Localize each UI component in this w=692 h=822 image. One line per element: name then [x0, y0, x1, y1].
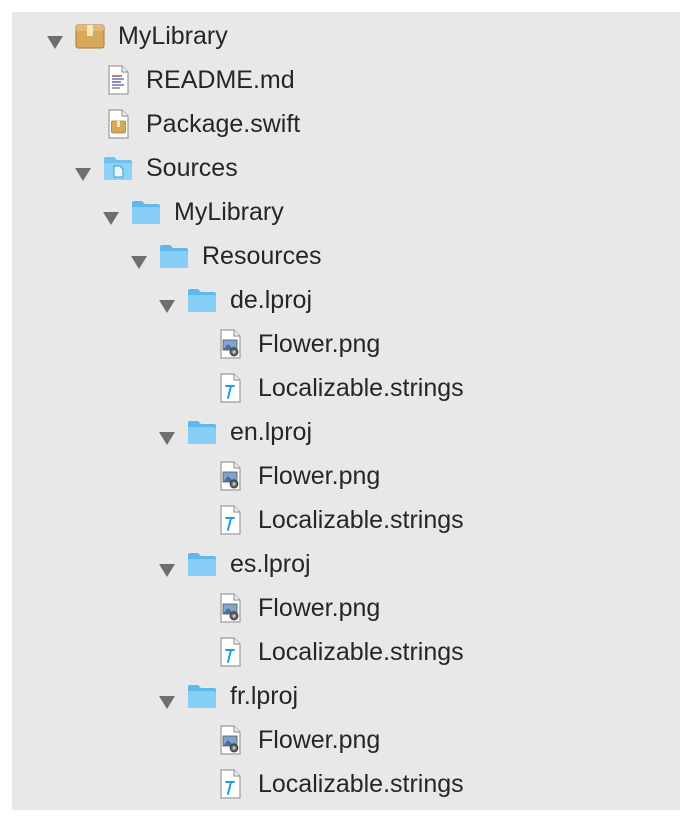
tree-row-sources[interactable]: Sources — [12, 146, 680, 190]
tree-row-resources[interactable]: Resources — [12, 234, 680, 278]
strings-file-icon — [214, 372, 246, 404]
disclosure-triangle-icon[interactable] — [158, 292, 176, 313]
tree-item-label: Resources — [202, 242, 322, 270]
image-file-icon — [214, 460, 246, 492]
tree-item-label: MyLibrary — [174, 198, 284, 226]
disclosure-triangle-icon[interactable] — [74, 160, 92, 181]
tree-item-label: Flower.png — [258, 726, 381, 754]
folder-icon — [130, 196, 162, 228]
folder-icon — [186, 548, 218, 580]
disclosure-triangle-icon[interactable] — [158, 424, 176, 445]
tree-row-readme-md[interactable]: README.md — [12, 58, 680, 102]
tree-item-label: MyLibrary — [118, 22, 228, 50]
sources-folder-icon — [102, 152, 134, 184]
folder-icon — [158, 240, 190, 272]
tree-item-label: Localizable.strings — [258, 374, 464, 402]
tree-row-flower-png[interactable]: Flower.png — [12, 718, 680, 762]
tree-item-label: Flower.png — [258, 594, 381, 622]
folder-icon — [186, 416, 218, 448]
tree-row-de-lproj[interactable]: de.lproj — [12, 278, 680, 322]
tree-item-label: Flower.png — [258, 462, 381, 490]
tree-row-flower-png[interactable]: Flower.png — [12, 454, 680, 498]
tree-row-fr-lproj[interactable]: fr.lproj — [12, 674, 680, 718]
tree-row-es-lproj[interactable]: es.lproj — [12, 542, 680, 586]
tree-row-package-swift[interactable]: Package.swift — [12, 102, 680, 146]
tree-item-label: es.lproj — [230, 550, 311, 578]
tree-item-label: Localizable.strings — [258, 638, 464, 666]
disclosure-triangle-icon[interactable] — [158, 688, 176, 709]
strings-file-icon — [214, 768, 246, 800]
tree-item-label: Flower.png — [258, 330, 381, 358]
tree-item-label: Sources — [146, 154, 238, 182]
disclosure-triangle-icon[interactable] — [130, 248, 148, 269]
disclosure-triangle-icon[interactable] — [46, 28, 64, 49]
folder-icon — [186, 284, 218, 316]
tree-item-label: README.md — [146, 66, 295, 94]
tree-row-flower-png[interactable]: Flower.png — [12, 322, 680, 366]
tree-item-label: en.lproj — [230, 418, 312, 446]
image-file-icon — [214, 328, 246, 360]
strings-file-icon — [214, 504, 246, 536]
tree-row-mylibrary[interactable]: MyLibrary — [12, 190, 680, 234]
tree-row-flower-png[interactable]: Flower.png — [12, 586, 680, 630]
text-file-icon — [102, 64, 134, 96]
project-navigator: MyLibrary README.md Package.swift Sources My… — [12, 12, 680, 810]
image-file-icon — [214, 724, 246, 756]
tree-row-localizable-strings[interactable]: Localizable.strings — [12, 498, 680, 542]
tree-item-label: Package.swift — [146, 110, 301, 138]
tree-row-en-lproj[interactable]: en.lproj — [12, 410, 680, 454]
tree-item-label: de.lproj — [230, 286, 312, 314]
image-file-icon — [214, 592, 246, 624]
tree-item-label: fr.lproj — [230, 682, 299, 710]
tree-row-localizable-strings[interactable]: Localizable.strings — [12, 630, 680, 674]
package-icon — [74, 20, 106, 52]
disclosure-triangle-icon[interactable] — [158, 556, 176, 577]
tree-item-label: Localizable.strings — [258, 506, 464, 534]
tree-row-localizable-strings[interactable]: Localizable.strings — [12, 366, 680, 410]
tree-row-localizable-strings[interactable]: Localizable.strings — [12, 762, 680, 806]
folder-icon — [186, 680, 218, 712]
strings-file-icon — [214, 636, 246, 668]
tree-item-label: Localizable.strings — [258, 770, 464, 798]
tree-row-mylibrary[interactable]: MyLibrary — [12, 14, 680, 58]
disclosure-triangle-icon[interactable] — [102, 204, 120, 225]
package-manifest-file-icon — [102, 108, 134, 140]
